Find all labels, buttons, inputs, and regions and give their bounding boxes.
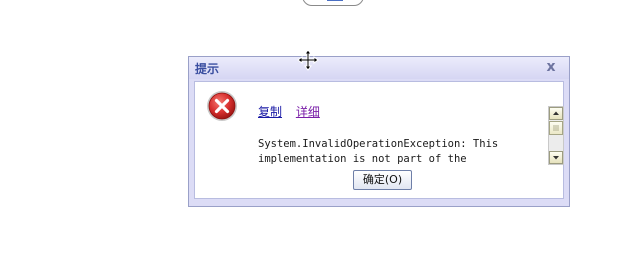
close-button[interactable]: x	[544, 59, 558, 75]
partial-control-mark	[327, 0, 343, 1]
error-icon	[207, 91, 237, 121]
scroll-thumb[interactable]	[549, 121, 563, 135]
detail-link[interactable]: 详细	[296, 105, 320, 119]
grip-icon	[553, 125, 559, 131]
dialog-title-bar[interactable]: 提示 x	[189, 57, 569, 79]
dialog-title: 提示	[195, 62, 220, 76]
scroll-down-button[interactable]	[549, 151, 563, 164]
dialog-body: 复制 详细 System.InvalidOperationException: …	[194, 81, 564, 199]
error-message: System.InvalidOperationException: This i…	[258, 138, 499, 165]
scroll-up-button[interactable]	[549, 107, 563, 120]
action-links: 复制 详细	[258, 103, 320, 120]
ok-button[interactable]: 确定(O)	[353, 170, 412, 190]
partial-top-control	[302, 0, 364, 6]
alert-dialog: 提示 x 复制 详细 System.InvalidOperationExcept…	[188, 56, 570, 207]
arrow-up-icon	[553, 111, 559, 115]
arrow-down-icon	[553, 156, 559, 160]
copy-link[interactable]: 复制	[258, 105, 282, 119]
message-scrollbar[interactable]	[548, 106, 564, 165]
move-cursor-icon	[297, 49, 319, 71]
